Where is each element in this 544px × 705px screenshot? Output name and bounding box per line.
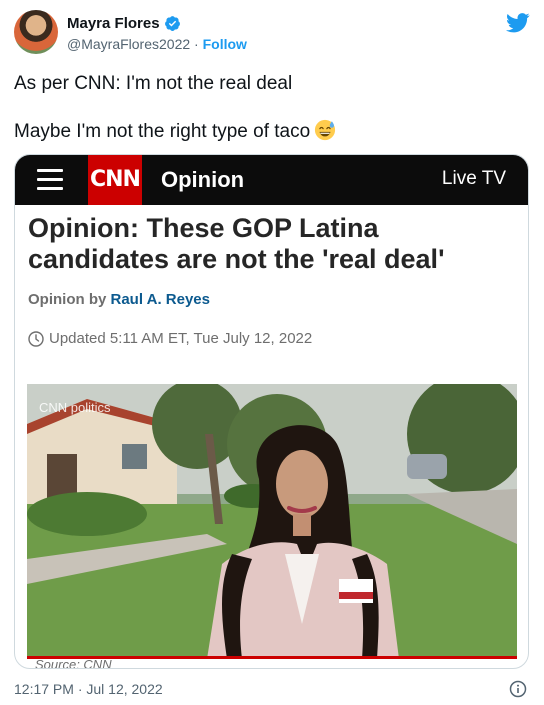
- article-headline: Opinion: These GOP Latina candidates are…: [28, 213, 445, 274]
- tweet-header: Mayra Flores @MayraFlores2022 · Follow: [14, 10, 530, 56]
- photo-scene: [27, 384, 517, 659]
- sweat-smile-emoji-icon: [315, 119, 336, 141]
- follow-button[interactable]: Follow: [203, 36, 247, 52]
- author-handle[interactable]: @MayraFlores2022: [67, 36, 190, 52]
- tweet-text-line-2-text: Maybe I'm not the right type of taco: [14, 121, 311, 142]
- hamburger-menu-icon[interactable]: [37, 169, 63, 191]
- info-icon[interactable]: [509, 680, 527, 698]
- live-tv-link[interactable]: Live TV: [442, 168, 506, 190]
- article-byline: Opinion by Raul A. Reyes: [28, 291, 210, 308]
- byline-prefix: Opinion by: [28, 291, 107, 308]
- author-name[interactable]: Mayra Flores: [67, 15, 160, 32]
- verified-badge-icon: [164, 16, 180, 31]
- updated-text: Updated 5:11 AM ET, Tue July 12, 2022: [49, 330, 313, 347]
- image-source: Source: CNN: [35, 657, 112, 669]
- tweet-text-line-2: Maybe I'm not the right type of taco: [14, 119, 336, 144]
- cnn-politics-watermark: CNN politics: [39, 400, 111, 415]
- name-row: Mayra Flores: [67, 15, 181, 32]
- handle-row: @MayraFlores2022 · Follow: [67, 36, 247, 52]
- tweet-timestamp[interactable]: 12:17 PM · Jul 12, 2022: [14, 681, 163, 697]
- clock-icon: [28, 330, 44, 347]
- link-card[interactable]: CNN Opinion Live TV Opinion: These GOP L…: [14, 154, 529, 669]
- article-updated: Updated 5:11 AM ET, Tue July 12, 2022: [28, 330, 312, 347]
- separator: ·: [194, 36, 199, 52]
- cnn-nav-bar: CNN Opinion Live TV: [15, 155, 528, 205]
- cnn-logo[interactable]: CNN: [88, 155, 142, 205]
- twitter-bird-icon[interactable]: [506, 12, 530, 34]
- article-photo: CNN politics: [27, 384, 517, 659]
- tweet-text-line-1: As per CNN: I'm not the real deal: [14, 73, 293, 94]
- byline-author-link[interactable]: Raul A. Reyes: [111, 291, 211, 308]
- section-title: Opinion: [161, 167, 245, 192]
- avatar[interactable]: [14, 10, 58, 54]
